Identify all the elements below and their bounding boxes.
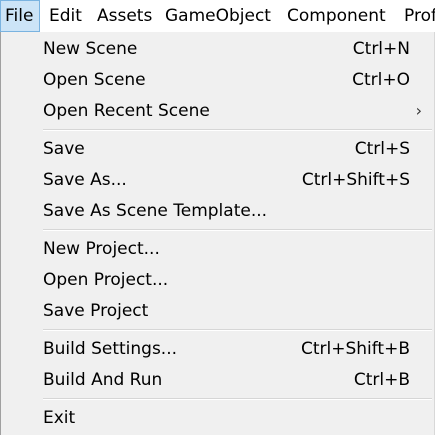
menu-item-save-project[interactable]: Save Project xyxy=(1,296,434,326)
menu-item-label: Build And Run xyxy=(43,370,163,390)
menu-item-shortcut: Ctrl+N xyxy=(352,39,410,59)
menu-item-new-scene[interactable]: New Scene Ctrl+N xyxy=(1,34,434,64)
menu-item-open-project[interactable]: Open Project... xyxy=(1,265,434,295)
menu-separator xyxy=(43,129,432,131)
menu-item-exit[interactable]: Exit xyxy=(1,403,434,433)
menu-item-label: New Scene xyxy=(43,39,138,59)
menu-item-label: New Project... xyxy=(43,239,160,259)
menu-item-save-as-scene-template[interactable]: Save As Scene Template... xyxy=(1,196,434,226)
menu-item-shortcut: Ctrl+Shift+B xyxy=(300,339,410,359)
menu-item-label: Save As Scene Template... xyxy=(43,201,268,221)
menu-item-shortcut: Ctrl+O xyxy=(352,70,410,90)
menu-item-build-and-run[interactable]: Build And Run Ctrl+B xyxy=(1,365,434,395)
menu-separator xyxy=(43,229,432,231)
menu-edit[interactable]: Edit xyxy=(49,0,82,32)
menu-separator xyxy=(43,398,432,400)
menu-item-label: Open Recent Scene xyxy=(43,101,210,121)
menu-item-label: Save As... xyxy=(43,170,127,190)
menu-component[interactable]: Component xyxy=(287,0,386,32)
menu-item-build-settings[interactable]: Build Settings... Ctrl+Shift+B xyxy=(1,334,434,364)
menu-item-shortcut: Ctrl+S xyxy=(354,139,410,159)
menu-item-open-scene[interactable]: Open Scene Ctrl+O xyxy=(1,65,434,95)
chevron-right-icon: › xyxy=(415,101,422,120)
menu-item-label: Save Project xyxy=(43,301,149,321)
menu-item-save-as[interactable]: Save As... Ctrl+Shift+S xyxy=(1,165,434,195)
menu-item-label: Open Scene xyxy=(43,70,146,90)
menu-separator xyxy=(43,329,432,331)
menu-file[interactable]: File xyxy=(0,0,40,32)
menu-item-shortcut: Ctrl+B xyxy=(353,370,410,390)
menu-item-label: Build Settings... xyxy=(43,339,178,359)
menu-item-label: Exit xyxy=(43,408,76,428)
menu-item-shortcut: Ctrl+Shift+S xyxy=(301,170,410,190)
menu-item-open-recent-scene[interactable]: Open Recent Scene › xyxy=(1,96,434,126)
menu-item-label: Save xyxy=(43,139,85,159)
menu-bar: File Edit Assets GameObject Component Pr… xyxy=(0,0,435,32)
menu-profiler[interactable]: Prof xyxy=(404,0,435,32)
menu-item-save[interactable]: Save Ctrl+S xyxy=(1,134,434,164)
menu-item-label: Open Project... xyxy=(43,270,169,290)
menu-gameobject[interactable]: GameObject xyxy=(165,0,271,32)
menu-item-new-project[interactable]: New Project... xyxy=(1,234,434,264)
menu-assets[interactable]: Assets xyxy=(97,0,152,32)
file-menu-dropdown: New Scene Ctrl+N Open Scene Ctrl+O Open … xyxy=(0,32,435,435)
